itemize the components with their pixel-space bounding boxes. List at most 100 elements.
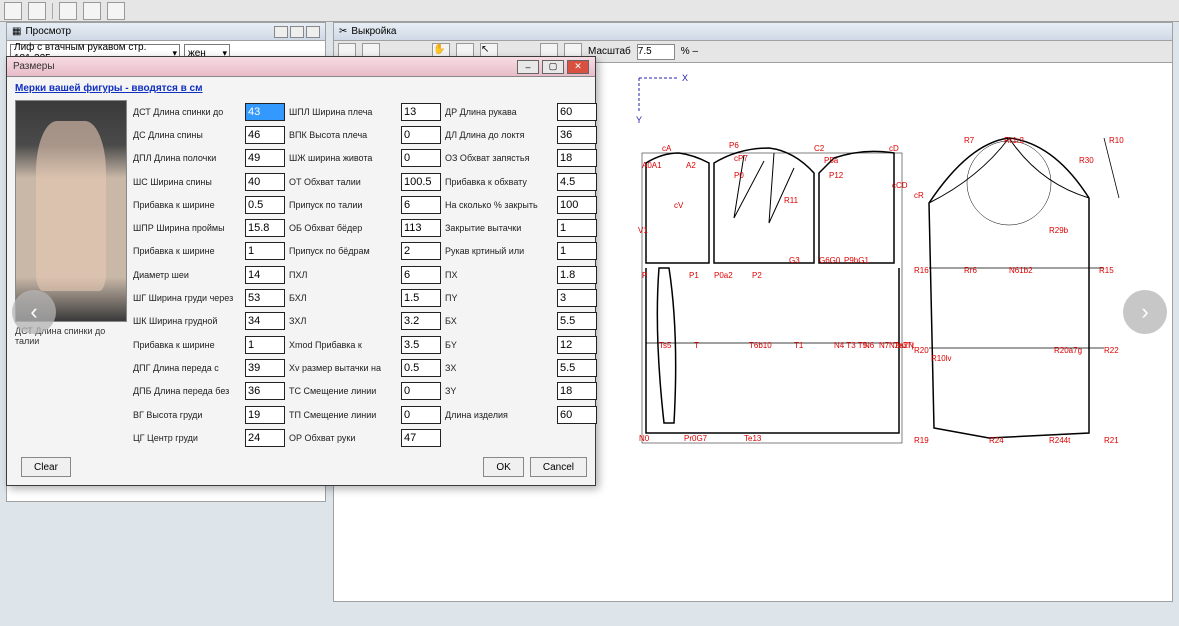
measurement-input[interactable] <box>557 289 597 307</box>
measurement-row: БХЛ <box>289 286 441 309</box>
svg-text:T: T <box>694 341 699 350</box>
svg-text:R29b: R29b <box>1049 226 1069 235</box>
tool-button[interactable] <box>59 2 77 20</box>
measurement-row: ПХ <box>445 263 597 286</box>
close-icon[interactable] <box>306 26 320 38</box>
measurement-input[interactable] <box>245 312 285 330</box>
measurement-input[interactable] <box>245 382 285 400</box>
dialog-maximize-button[interactable]: ▢ <box>542 60 564 74</box>
tool-button[interactable] <box>83 2 101 20</box>
measurement-input[interactable] <box>401 219 441 237</box>
measurement-input[interactable] <box>245 219 285 237</box>
measurement-label: ПХ <box>445 270 557 280</box>
measurement-input[interactable] <box>401 149 441 167</box>
dialog-title-bar[interactable]: Размеры – ▢ ✕ <box>7 57 595 77</box>
measurement-input[interactable] <box>401 359 441 377</box>
measurement-input[interactable] <box>401 382 441 400</box>
dialog-minimize-button[interactable]: – <box>517 60 539 74</box>
svg-text:V1: V1 <box>638 226 648 235</box>
svg-text:C2: C2 <box>814 144 825 153</box>
measurement-row: ДСТ Длина спинки до <box>133 100 285 123</box>
measurement-input[interactable] <box>557 336 597 354</box>
measurements-help-link[interactable]: Мерки вашей фигуры - вводятся в см <box>15 83 203 94</box>
measurement-input[interactable] <box>401 266 441 284</box>
next-image-button[interactable]: › <box>1123 290 1167 334</box>
measurement-label: ОТ Обхват талии <box>289 177 401 187</box>
measurement-label: Диаметр шеи <box>133 270 245 280</box>
measurement-input[interactable] <box>557 196 597 214</box>
scale-input[interactable] <box>637 44 675 60</box>
measurement-row: ВГ Высота груди <box>133 403 285 426</box>
measurement-label: ЗХЛ <box>289 316 401 326</box>
measurement-input[interactable] <box>401 336 441 354</box>
measurement-input[interactable] <box>245 266 285 284</box>
measurement-input[interactable] <box>245 429 285 447</box>
svg-text:cV: cV <box>674 201 684 210</box>
dialog-close-button[interactable]: ✕ <box>567 60 589 74</box>
measurement-input[interactable] <box>401 242 441 260</box>
measurement-input[interactable] <box>245 359 285 377</box>
tool-button[interactable] <box>4 2 22 20</box>
body-pattern-svg: cA A0A1 A2 V1 cV P P1 P6 cP7 P0 P2 P0a2 … <box>634 133 914 453</box>
prev-image-button[interactable]: ‹ <box>12 290 56 334</box>
clear-button[interactable]: Clear <box>21 457 71 477</box>
measurement-label: ДСТ Длина спинки до <box>133 107 245 117</box>
tool-button[interactable] <box>28 2 46 20</box>
measurement-input[interactable] <box>245 173 285 191</box>
measurement-label: Прибавка к ширине <box>133 200 245 210</box>
measurement-input[interactable] <box>557 103 597 121</box>
measurement-row: Xmod Прибавка к <box>289 333 441 356</box>
svg-text:Ts5: Ts5 <box>659 341 672 350</box>
measurement-row: Прибавка к обхвату <box>445 170 597 193</box>
measurement-input[interactable] <box>245 242 285 260</box>
measurement-input[interactable] <box>401 406 441 424</box>
measurement-input[interactable] <box>557 149 597 167</box>
measurement-row: ОБ Обхват бёдер <box>289 216 441 239</box>
cancel-button[interactable]: Cancel <box>530 457 587 477</box>
minimize-icon[interactable] <box>274 26 288 38</box>
svg-text:N4 T3 T5: N4 T3 T5 <box>834 341 868 350</box>
measurement-input[interactable] <box>401 312 441 330</box>
svg-text:P12: P12 <box>829 171 844 180</box>
measurement-input[interactable] <box>557 359 597 377</box>
sleeve-pattern-svg: R7 Rr1r2 R10 R30 cR R16 Rr6 R15 R20 R10l… <box>909 133 1129 453</box>
measurement-input[interactable] <box>245 289 285 307</box>
svg-text:Y: Y <box>636 115 642 125</box>
measurement-input[interactable] <box>401 126 441 144</box>
measurement-row: ШС Ширина спины <box>133 170 285 193</box>
window-buttons <box>274 26 320 38</box>
measurement-row: Припуск по бёдрам <box>289 240 441 263</box>
svg-text:A0A1: A0A1 <box>642 161 662 170</box>
measurement-input[interactable] <box>557 312 597 330</box>
measurement-input[interactable] <box>557 406 597 424</box>
measurement-input[interactable] <box>401 289 441 307</box>
measurement-input[interactable] <box>245 126 285 144</box>
svg-text:cA: cA <box>662 144 672 153</box>
tool-button[interactable] <box>107 2 125 20</box>
measurement-input[interactable] <box>245 103 285 121</box>
measurement-input[interactable] <box>557 173 597 191</box>
measurement-row: ДЛ Длина до локтя <box>445 123 597 146</box>
measurement-input[interactable] <box>557 242 597 260</box>
svg-text:T1: T1 <box>794 341 804 350</box>
measurement-input[interactable] <box>245 149 285 167</box>
measurement-input[interactable] <box>557 266 597 284</box>
measurement-input[interactable] <box>245 406 285 424</box>
measurement-row: ВПК Высота плеча <box>289 123 441 146</box>
measurement-input[interactable] <box>401 103 441 121</box>
measurement-input[interactable] <box>401 429 441 447</box>
svg-text:P6: P6 <box>729 141 739 150</box>
measurement-row: ШГ Ширина груди через <box>133 286 285 309</box>
measurement-input[interactable] <box>245 336 285 354</box>
ok-button[interactable]: OK <box>483 457 523 477</box>
measurement-input[interactable] <box>401 196 441 214</box>
measurement-input[interactable] <box>557 219 597 237</box>
measurement-input[interactable] <box>557 126 597 144</box>
measurement-input[interactable] <box>245 196 285 214</box>
measurement-input[interactable] <box>401 173 441 191</box>
measurement-input[interactable] <box>557 382 597 400</box>
measurement-row: ОР Обхват руки <box>289 426 441 449</box>
maximize-icon[interactable] <box>290 26 304 38</box>
measurement-photo <box>15 100 127 322</box>
svg-text:P2: P2 <box>752 271 762 280</box>
